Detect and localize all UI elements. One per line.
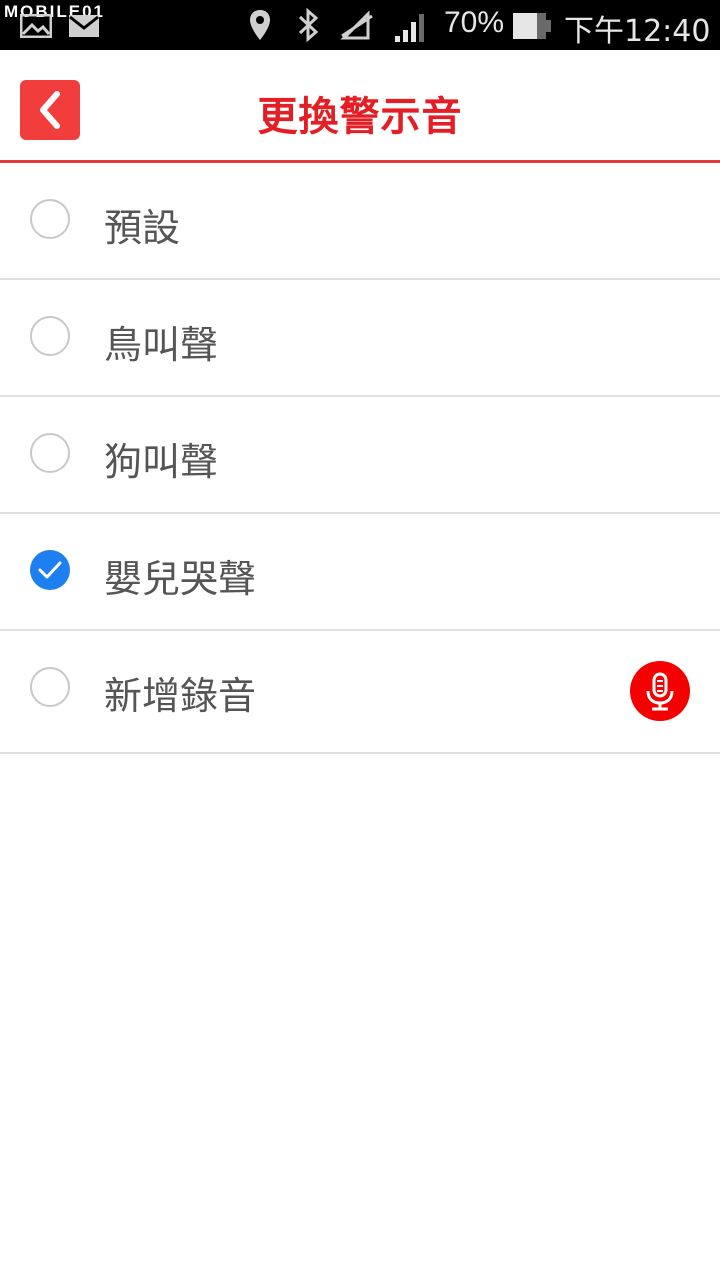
sound-option-bird[interactable]: 鳥叫聲 <box>0 280 720 397</box>
sound-option-label: 鳥叫聲 <box>104 323 219 367</box>
signal-icon <box>395 14 424 42</box>
sound-option-dog[interactable]: 狗叫聲 <box>0 397 720 514</box>
battery-icon <box>513 13 551 39</box>
no-data-icon <box>340 10 373 40</box>
radio-button-checked[interactable] <box>30 550 70 590</box>
radio-button[interactable] <box>30 316 70 356</box>
image-icon <box>20 14 52 38</box>
sound-option-new-recording[interactable]: 新增錄音 <box>0 631 720 754</box>
bluetooth-icon <box>298 8 319 42</box>
gmail-icon <box>69 15 99 37</box>
radio-button[interactable] <box>30 199 70 239</box>
header: 更換警示音 <box>0 50 720 163</box>
sound-option-default[interactable]: 預設 <box>0 163 720 280</box>
sound-option-baby-cry[interactable]: 嬰兒哭聲 <box>0 514 720 631</box>
sound-option-label: 嬰兒哭聲 <box>104 557 257 601</box>
battery-percent: 70% <box>444 6 505 39</box>
sound-option-label: 預設 <box>104 206 181 250</box>
radio-button[interactable] <box>30 667 70 707</box>
clock: 下午12:40 <box>564 14 711 49</box>
status-bar: MOBILE01 70% 下午12:40 <box>0 0 720 50</box>
radio-button[interactable] <box>30 433 70 473</box>
page-title: 更換警示音 <box>257 94 463 140</box>
microphone-icon <box>646 672 674 711</box>
sound-option-label: 狗叫聲 <box>104 440 219 484</box>
location-icon <box>250 10 270 40</box>
sound-option-label: 新增錄音 <box>104 674 257 718</box>
sound-list: 預設 鳥叫聲 狗叫聲 嬰兒哭聲 新增錄音 <box>0 163 720 754</box>
checkmark-icon <box>38 561 62 579</box>
record-button[interactable] <box>630 661 690 721</box>
